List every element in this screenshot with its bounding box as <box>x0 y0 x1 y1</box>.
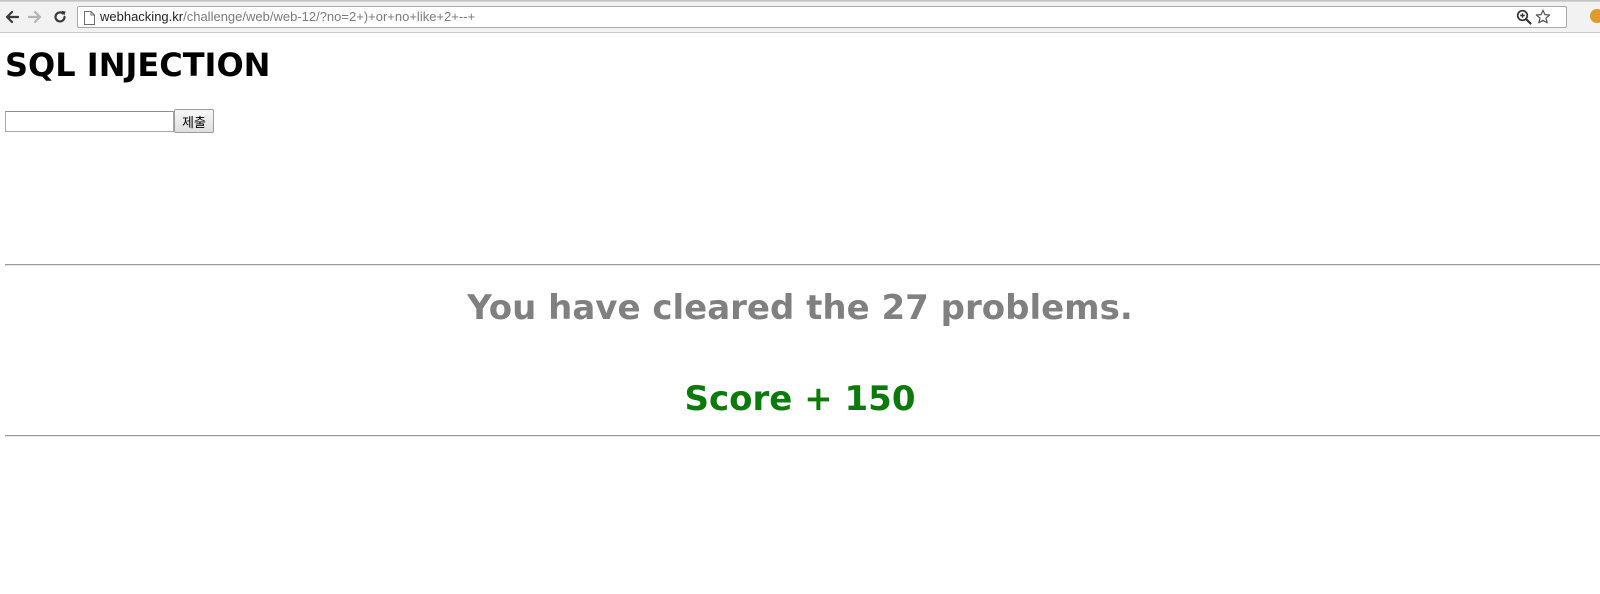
url-path: /challenge/web/web-12/?no=2+)+or+no+like… <box>183 9 476 24</box>
page-icon <box>84 10 95 25</box>
score-message: Score + 150 <box>684 379 916 419</box>
cleared-message: You have cleared the 27 problems. <box>467 288 1133 328</box>
browser-toolbar: webhacking.kr/challenge/web/web-12/?no=2… <box>0 0 1600 33</box>
submit-button[interactable]: 제출 <box>174 109 214 133</box>
page-title: SQL INJECTION <box>5 46 271 84</box>
url-text[interactable]: webhacking.kr/challenge/web/web-12/?no=2… <box>100 9 475 25</box>
bottom-divider <box>5 435 1600 437</box>
extension-icon[interactable] <box>1590 9 1600 23</box>
tab-strip-edge <box>0 0 1600 2</box>
bookmark-star-icon[interactable] <box>1535 9 1551 25</box>
reload-icon[interactable] <box>51 8 69 26</box>
back-icon[interactable] <box>3 8 21 26</box>
query-form: 제출 <box>5 109 214 133</box>
address-bar[interactable]: webhacking.kr/challenge/web/web-12/?no=2… <box>77 6 1567 28</box>
page-content: SQL INJECTION 제출 You have cleared the 27… <box>0 33 1600 594</box>
zoom-icon[interactable] <box>1516 9 1532 25</box>
forward-icon[interactable] <box>26 8 44 26</box>
url-host: webhacking.kr <box>100 9 184 24</box>
top-divider <box>5 264 1600 266</box>
query-input[interactable] <box>5 110 174 132</box>
